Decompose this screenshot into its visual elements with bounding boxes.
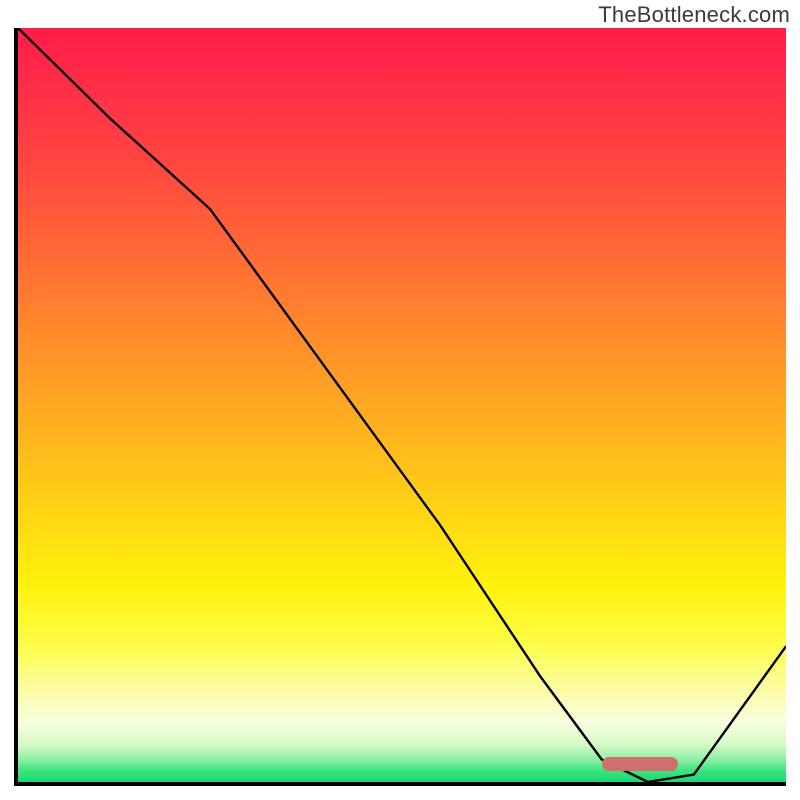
optimal-range-marker	[602, 757, 679, 771]
gradient-background	[18, 28, 786, 782]
watermark-text: TheBottleneck.com	[598, 2, 790, 28]
chart-frame: TheBottleneck.com	[0, 0, 800, 800]
plot-area	[14, 28, 786, 786]
